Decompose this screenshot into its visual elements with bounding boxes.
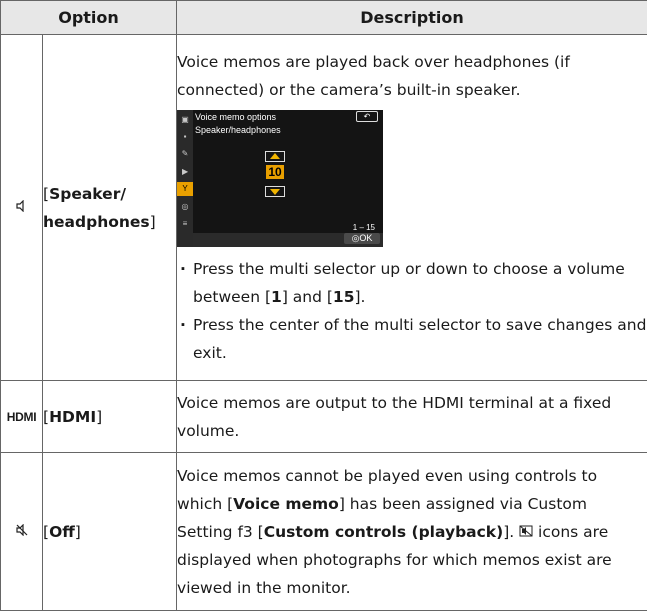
bullet-text: ] and [ bbox=[282, 288, 333, 306]
bracket-close: ] bbox=[150, 213, 156, 231]
pencil-icon: ✎ bbox=[177, 147, 193, 161]
table-row: [Off] Voice memos cannot be played even … bbox=[1, 453, 647, 611]
description-cell: Voice memos are output to the HDMI termi… bbox=[177, 381, 647, 453]
bullet-text: ]. bbox=[355, 288, 366, 306]
retouch-icon: ◎ bbox=[177, 200, 193, 214]
bullet-text: Press the center of the multi selector t… bbox=[193, 316, 646, 362]
setup-icon: Y bbox=[177, 182, 193, 196]
option-speaker-headphones: [Speaker/headphones] bbox=[43, 35, 177, 381]
header-description: Description bbox=[177, 1, 647, 35]
list-item: Press the multi selector up or down to c… bbox=[177, 255, 647, 311]
option-name: HDMI bbox=[49, 408, 96, 426]
speaker-icon bbox=[16, 200, 28, 212]
volume-down-arrow-icon bbox=[265, 186, 285, 197]
option-name-part2: headphones bbox=[43, 213, 150, 231]
speaker-icon bbox=[1, 35, 43, 381]
camera-screen: ▣ ▪ ✎ ▶ Y ◎ ≡ Voice memo options ↶ Speak… bbox=[177, 110, 383, 247]
speaker-muted-icon bbox=[16, 524, 28, 536]
playback-icon: ▶ bbox=[177, 165, 193, 179]
table-row: [Speaker/headphones] Voice memos are pla… bbox=[1, 35, 647, 381]
option-name: Off bbox=[49, 523, 75, 541]
volume-value: 10 bbox=[266, 165, 284, 179]
desc-bold: Voice memo bbox=[233, 495, 339, 513]
hdmi-icon: HDMI bbox=[1, 381, 43, 453]
screen-title: Voice memo options bbox=[195, 112, 378, 123]
bracket-close: ] bbox=[75, 523, 81, 541]
instruction-list: Press the multi selector up or down to c… bbox=[177, 255, 647, 367]
speaker-muted-icon bbox=[1, 453, 43, 611]
option-off: [Off] bbox=[43, 453, 177, 611]
mymenu-icon: ≡ bbox=[177, 217, 193, 231]
options-table: Option Description [Speaker/headphones] … bbox=[0, 0, 647, 611]
description-text: Voice memos are output to the HDMI termi… bbox=[177, 389, 647, 445]
movie-icon: ▪ bbox=[177, 130, 193, 144]
description-cell: Voice memos are played back over headpho… bbox=[177, 35, 647, 381]
description-cell: Voice memos cannot be played even using … bbox=[177, 453, 647, 611]
hdmi-icon: HDMI bbox=[7, 410, 36, 424]
bracket-close: ] bbox=[96, 408, 102, 426]
screen-subtitle: Speaker/headphones bbox=[195, 125, 281, 136]
bullet-text: Press the multi selector up or down to c… bbox=[193, 260, 625, 306]
bullet-bold: 1 bbox=[271, 288, 282, 306]
volume-up-arrow-icon bbox=[265, 151, 285, 162]
volume-range: 1 – 15 bbox=[353, 223, 375, 233]
description-text: Voice memos cannot be played even using … bbox=[177, 462, 647, 602]
back-icon: ↶ bbox=[356, 111, 378, 122]
option-name-part1: Speaker/ bbox=[49, 185, 126, 203]
menu-sidebar: ▣ ▪ ✎ ▶ Y ◎ ≡ bbox=[177, 110, 193, 247]
desc-text: ]. bbox=[503, 523, 519, 541]
bullet-bold: 15 bbox=[333, 288, 355, 306]
list-item: Press the center of the multi selector t… bbox=[177, 311, 647, 367]
option-hdmi: [HDMI] bbox=[43, 381, 177, 453]
ok-button-hint: ◎OK bbox=[344, 233, 380, 244]
voice-memo-muted-icon bbox=[519, 525, 533, 537]
description-text: Voice memos are played back over headpho… bbox=[177, 48, 647, 104]
desc-bold: Custom controls (playback) bbox=[264, 523, 503, 541]
header-option: Option bbox=[1, 1, 177, 35]
table-row: HDMI [HDMI] Voice memos are output to th… bbox=[1, 381, 647, 453]
camera-icon: ▣ bbox=[177, 113, 193, 127]
page: Option Description [Speaker/headphones] … bbox=[0, 0, 647, 609]
table-header-row: Option Description bbox=[1, 1, 647, 35]
